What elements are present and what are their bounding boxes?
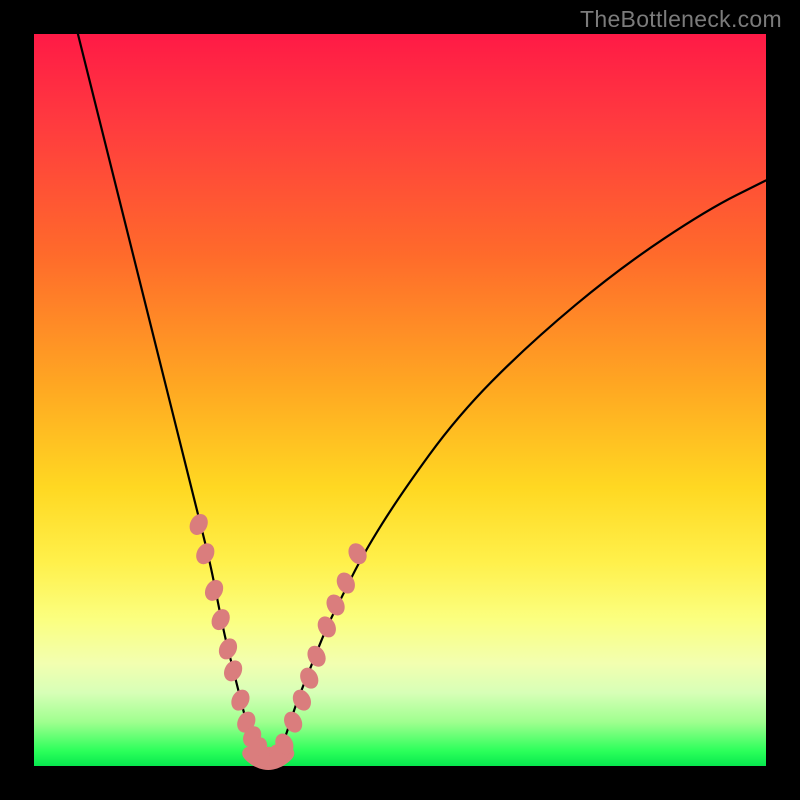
data-marker bbox=[289, 686, 314, 713]
markers-right bbox=[266, 540, 370, 769]
curve-right bbox=[276, 180, 766, 758]
data-marker bbox=[220, 657, 245, 684]
data-marker bbox=[208, 606, 233, 633]
data-marker bbox=[323, 591, 348, 618]
data-marker bbox=[297, 664, 322, 691]
data-marker bbox=[314, 613, 339, 640]
data-marker bbox=[280, 708, 305, 735]
chart-svg bbox=[34, 34, 766, 766]
data-marker bbox=[186, 511, 211, 538]
watermark-text: TheBottleneck.com bbox=[580, 6, 782, 33]
data-marker bbox=[345, 540, 370, 567]
data-marker bbox=[228, 686, 253, 713]
data-marker bbox=[201, 577, 226, 604]
plot-area bbox=[34, 34, 766, 766]
data-marker bbox=[215, 635, 240, 662]
outer-frame: TheBottleneck.com bbox=[0, 0, 800, 800]
data-marker bbox=[304, 642, 329, 669]
markers-left bbox=[186, 511, 279, 771]
data-marker bbox=[193, 540, 218, 567]
